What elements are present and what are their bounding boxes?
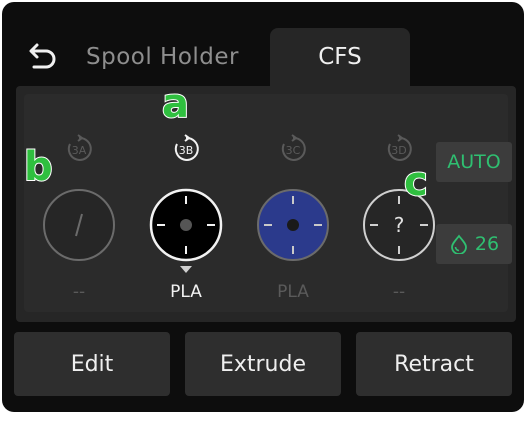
slot-badge-3b: 3B	[171, 134, 201, 164]
humidity-drop-icon	[449, 234, 469, 255]
slot-3b-material: PLA	[170, 282, 202, 302]
slot-3d[interactable]: 3D ? --	[354, 94, 444, 302]
cfs-panel: 3A -- 3B PLA 3C PLA 3D ? -- AUTO 26	[16, 86, 516, 322]
tab-cfs-label: CFS	[318, 44, 362, 70]
slot-badge-3c-text: 3C	[286, 144, 301, 157]
tab-bar: Spool Holder CFS	[2, 2, 524, 86]
annotation-c: c	[403, 159, 429, 205]
slot-badge-3a-text: 3A	[72, 144, 87, 157]
slot-badge-3c: 3C	[278, 134, 308, 164]
slot-3a[interactable]: 3A --	[34, 94, 124, 302]
tab-cfs[interactable]: CFS	[270, 28, 410, 86]
retract-label: Retract	[394, 351, 474, 377]
spool-3c-icon[interactable]	[256, 188, 330, 262]
humidity-button[interactable]: 26	[436, 224, 512, 264]
extrude-button[interactable]: Extrude	[185, 332, 341, 396]
slot-3d-material: --	[392, 282, 406, 302]
spool-3a-icon[interactable]	[42, 188, 116, 262]
edit-button[interactable]: Edit	[14, 332, 170, 396]
selected-caret-icon	[180, 266, 192, 273]
humidity-value: 26	[474, 233, 500, 255]
tab-spool-holder[interactable]: Spool Holder	[16, 28, 239, 86]
slot-badge-3b-text: 3B	[179, 144, 194, 157]
slot-3a-material: --	[72, 282, 86, 302]
auto-button[interactable]: AUTO	[436, 142, 512, 182]
slot-area: 3A -- 3B PLA 3C PLA 3D ? -- AUTO 26	[24, 94, 512, 312]
svg-text:?: ?	[394, 213, 405, 237]
spool-3b-icon[interactable]	[149, 188, 223, 262]
annotation-b: b	[23, 144, 54, 190]
slot-3c-material: PLA	[277, 282, 309, 302]
tab-spool-holder-label: Spool Holder	[86, 44, 240, 70]
extrude-label: Extrude	[219, 351, 307, 377]
back-arrow-icon[interactable]	[24, 39, 60, 75]
edit-label: Edit	[70, 351, 114, 377]
slot-badge-3d-text: 3D	[391, 144, 406, 157]
slot-3c[interactable]: 3C PLA	[248, 94, 338, 302]
printer-screen: Spool Holder CFS 3A -- 3B PLA 3C PLA 3D …	[2, 2, 524, 412]
auto-label: AUTO	[447, 151, 501, 173]
slot-badge-3a: 3A	[64, 134, 94, 164]
retract-button[interactable]: Retract	[356, 332, 512, 396]
annotation-a: a	[161, 81, 190, 127]
